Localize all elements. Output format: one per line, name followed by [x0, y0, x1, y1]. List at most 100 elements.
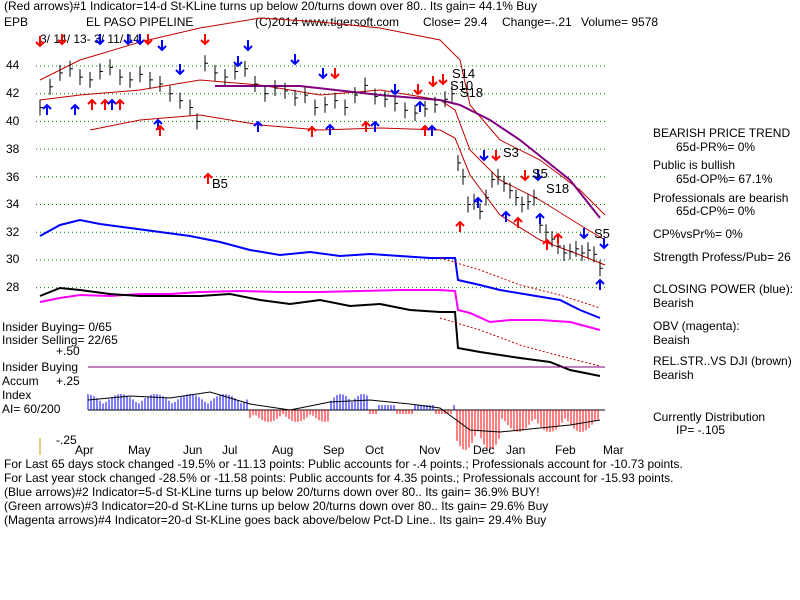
- pr-value: 65d-PR%= 0%: [676, 140, 756, 154]
- obv-label: OBV (magenta):: [653, 319, 740, 333]
- month-jul: Jul: [222, 443, 238, 457]
- down-arrow-icon: [491, 150, 501, 162]
- up-arrow-icon: [87, 98, 97, 110]
- signal-s18-2: S18: [546, 181, 569, 196]
- down-arrow-icon: [35, 36, 45, 48]
- insider-buying-label: Insider Buying: [2, 360, 79, 374]
- up-arrow-icon: [42, 103, 52, 115]
- y-tick-32: 32: [6, 225, 20, 239]
- y-tick-38: 38: [6, 142, 20, 156]
- up-arrow-icon: [513, 216, 523, 228]
- down-arrow-icon: [123, 34, 133, 46]
- accum-minus25: -.25: [56, 433, 77, 447]
- signal-s18: S18: [460, 85, 483, 100]
- up-arrow-icon: [595, 278, 605, 290]
- op-value: 65d-OP%= 67.1%: [676, 172, 773, 186]
- down-arrow-icon: [318, 68, 328, 80]
- relstr-value: Bearish: [653, 368, 694, 382]
- index-label: Index: [2, 388, 32, 402]
- month-apr: Apr: [75, 443, 94, 457]
- up-arrow-icon: [553, 232, 563, 244]
- footer-line5: (Magenta arrows)#4 Indicator=20-d St-KLi…: [4, 513, 547, 527]
- footer-line3: (Blue arrows)#2 Indicator=5-d St-KLine t…: [4, 485, 540, 499]
- down-arrow-icon: [290, 54, 300, 66]
- down-arrow-icon: [438, 74, 448, 86]
- relstr-label: REL.STR..VS DJI (brown): [653, 354, 792, 368]
- down-arrow-icon: [135, 34, 145, 46]
- up-arrow-icon: [415, 100, 425, 112]
- accum-label: Accum: [2, 374, 39, 388]
- trend-title: BEARISH PRICE TREND: [653, 126, 791, 140]
- y-tick-36: 36: [6, 170, 20, 184]
- up-arrow-icon: [70, 103, 80, 115]
- footer-line2: For Last year stock changed -28.5% or -1…: [4, 471, 674, 485]
- closing-power-label: CLOSING POWER (blue):: [653, 282, 794, 296]
- up-arrow-icon: [473, 196, 483, 208]
- down-arrow-icon: [330, 68, 340, 80]
- down-arrow-icon: [57, 34, 67, 46]
- signal-b5: B5: [212, 176, 228, 191]
- cp-ma-dotted: [439, 257, 601, 309]
- middle-band: [39, 79, 606, 241]
- month-may: May: [128, 443, 151, 457]
- signal-s5-2: S5: [594, 226, 610, 241]
- down-arrow-icon: [233, 56, 243, 68]
- month-dec: Dec: [473, 443, 495, 457]
- up-arrow-icon: [455, 220, 465, 232]
- up-arrow-icon: [115, 98, 125, 110]
- down-arrow-icon: [175, 64, 185, 76]
- ai-value: AI= 60/200: [2, 402, 61, 416]
- up-arrow-icon: [361, 120, 371, 132]
- accum-plus25: +.25: [56, 374, 80, 388]
- cpvspr-value: CP%vsPr%= 0%: [653, 227, 743, 241]
- up-arrow-icon: [107, 98, 117, 110]
- up-arrow-icon: [427, 124, 437, 136]
- up-arrow-icon: [542, 238, 552, 250]
- closing-power-value: Bearish: [653, 296, 694, 310]
- y-tick-30: 30: [6, 252, 20, 266]
- signal-s5-1: S5: [532, 166, 548, 181]
- month-mar: Mar: [603, 443, 624, 457]
- down-arrow-icon: [520, 170, 530, 182]
- up-arrow-icon: [420, 124, 430, 136]
- y-tick-34: 34: [6, 197, 20, 211]
- y-tick-40: 40: [6, 114, 20, 128]
- footer-line4: (Green arrows)#3 Indicator=20-d St-KLine…: [4, 499, 549, 513]
- lower-band: [89, 114, 606, 266]
- signal-s3: S3: [503, 145, 519, 160]
- month-jan: Jan: [506, 443, 526, 457]
- down-arrow-icon: [413, 84, 423, 96]
- strength-value: Strength Profess/Pub= 26: [653, 250, 791, 264]
- y-tick-44: 44: [6, 58, 20, 72]
- footer-line1: For Last 65 days stock changed -19.5% or…: [4, 457, 683, 471]
- y-tick-28: 28: [6, 280, 20, 294]
- up-arrow-icon: [203, 172, 213, 184]
- moving-average: [215, 85, 601, 219]
- down-arrow-icon: [200, 34, 210, 46]
- up-arrow-icon: [307, 125, 317, 137]
- y-tick-42: 42: [6, 86, 20, 100]
- public-title: Public is bullish: [653, 158, 736, 172]
- accum-plus50: +.50: [56, 344, 80, 358]
- down-arrow-icon: [390, 84, 400, 96]
- down-arrow-icon: [95, 34, 105, 46]
- up-arrow-icon: [100, 98, 110, 110]
- up-arrow-icon: [253, 120, 263, 132]
- up-arrow-icon: [370, 120, 380, 132]
- cp-value: 65d-CP%= 0%: [676, 204, 756, 218]
- down-arrow-icon: [479, 150, 489, 162]
- upper-band: [39, 17, 606, 216]
- relative-strength-line: [39, 286, 601, 377]
- signal-arrows: [35, 34, 609, 290]
- month-aug: Aug: [272, 443, 294, 457]
- month-feb: Feb: [555, 443, 576, 457]
- month-oct: Oct: [365, 443, 384, 457]
- down-arrow-icon: [243, 40, 253, 52]
- up-arrow-icon: [535, 212, 545, 224]
- obv-value: Beaish: [653, 333, 690, 347]
- month-nov: Nov: [419, 443, 441, 457]
- ip-value: IP= -.105: [676, 423, 726, 437]
- month-sep: Sep: [323, 443, 345, 457]
- month-jun: Jun: [183, 443, 203, 457]
- up-arrow-icon: [155, 124, 165, 136]
